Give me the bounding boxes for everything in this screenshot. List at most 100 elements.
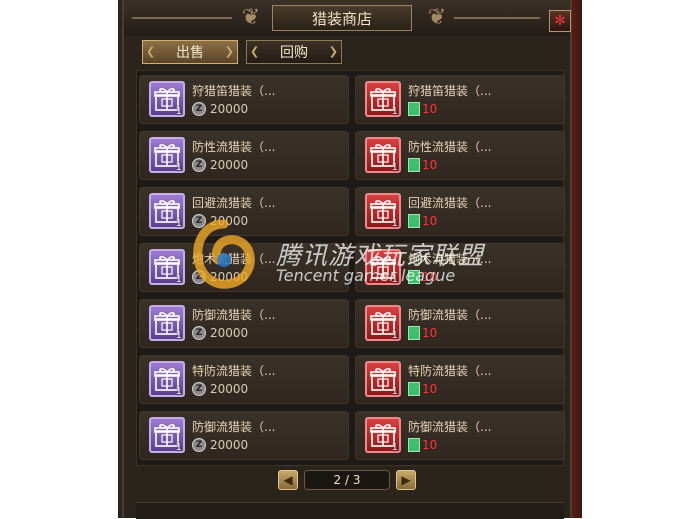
window-title: 猎装商店 bbox=[272, 5, 412, 31]
coin-icon: Z bbox=[192, 382, 206, 396]
item-name: 狩猎笛猎装（... bbox=[408, 84, 492, 98]
ticket-icon bbox=[408, 270, 420, 284]
item-price: Z 20000 bbox=[192, 326, 248, 340]
item-quantity: 1 bbox=[391, 442, 398, 453]
price-value: 20000 bbox=[210, 438, 249, 452]
price-value: 20000 bbox=[210, 382, 249, 396]
item-name: 特防流猎装（... bbox=[408, 364, 492, 378]
item-price: 10 bbox=[408, 158, 437, 172]
shop-item[interactable]: 1 防性流猎装（... 10 bbox=[355, 131, 565, 180]
title-decoration-right bbox=[454, 17, 540, 19]
close-button[interactable]: ✻ bbox=[549, 10, 571, 32]
price-value: 20000 bbox=[210, 270, 249, 284]
tab-arrow-left-icon: ❮ bbox=[250, 45, 260, 58]
prev-page-button[interactable]: ◀ bbox=[278, 470, 298, 490]
item-quantity: 1 bbox=[391, 274, 398, 285]
price-value: 10 bbox=[422, 102, 438, 116]
shop-item[interactable]: 1 回避流猎装（... Z 20000 bbox=[139, 187, 349, 236]
shop-item[interactable]: 1 防御流猎装（... 10 bbox=[355, 411, 565, 460]
shop-item[interactable]: 1 狩猎笛猎装（... 10 bbox=[355, 75, 565, 124]
gift-box-icon: 1 bbox=[365, 81, 401, 117]
tab-buyback-label: 回购 bbox=[280, 45, 308, 61]
gift-box-icon: 1 bbox=[365, 249, 401, 285]
tab-sell[interactable]: ❮ 出售 ❯ bbox=[142, 40, 238, 64]
price-value: 10 bbox=[422, 270, 438, 284]
item-name: 防御流猎装（... bbox=[408, 308, 492, 322]
item-name: 特防流猎装（... bbox=[192, 364, 276, 378]
coin-icon: Z bbox=[192, 214, 206, 228]
ticket-icon bbox=[408, 102, 420, 116]
item-price: 10 bbox=[408, 326, 437, 340]
item-price: Z 20000 bbox=[192, 102, 248, 116]
scroll-ornament-right-icon: ❦ bbox=[427, 5, 447, 30]
item-name: 回避流猎装（... bbox=[408, 196, 492, 210]
gift-box-icon: 1 bbox=[149, 193, 185, 229]
shop-item[interactable]: 1 防御流猎装（... Z 20000 bbox=[139, 411, 349, 460]
page-indicator-text: 2 / 3 bbox=[333, 473, 361, 487]
price-value: 10 bbox=[422, 382, 438, 396]
shop-item[interactable]: 1 防御流猎装（... 10 bbox=[355, 299, 565, 348]
shop-item[interactable]: 1 炮术流猎装（... Z 20000 bbox=[139, 243, 349, 292]
gift-box-icon: 1 bbox=[149, 81, 185, 117]
item-name: 回避流猎装（... bbox=[192, 196, 276, 210]
item-quantity: 1 bbox=[175, 442, 182, 453]
tab-buyback[interactable]: ❮ 回购 ❯ bbox=[246, 40, 342, 64]
coin-icon: Z bbox=[192, 326, 206, 340]
item-price: Z 20000 bbox=[192, 382, 248, 396]
gift-box-icon: 1 bbox=[149, 137, 185, 173]
item-quantity: 1 bbox=[175, 218, 182, 229]
shop-item[interactable]: 1 防性流猎装（... Z 20000 bbox=[139, 131, 349, 180]
gift-box-icon: 1 bbox=[149, 249, 185, 285]
item-price: 10 bbox=[408, 270, 437, 284]
ticket-icon bbox=[408, 214, 420, 228]
title-decoration-left bbox=[132, 17, 232, 19]
item-quantity: 1 bbox=[175, 162, 182, 173]
title-bar: ❦ 猎装商店 ❦ ✻ bbox=[124, 0, 571, 36]
shop-item[interactable]: 1 特防流猎装（... Z 20000 bbox=[139, 355, 349, 404]
price-value: 10 bbox=[422, 326, 438, 340]
item-price: 10 bbox=[408, 382, 437, 396]
item-name: 狩猎笛猎装（... bbox=[192, 84, 276, 98]
gift-box-icon: 1 bbox=[365, 417, 401, 453]
tab-arrow-right-icon: ❯ bbox=[328, 45, 338, 58]
item-name: 防性流猎装（... bbox=[408, 140, 492, 154]
ticket-icon bbox=[408, 326, 420, 340]
item-name: 防御流猎装（... bbox=[192, 308, 276, 322]
chevron-left-icon: ◀ bbox=[283, 473, 293, 487]
tab-arrow-right-icon: ❯ bbox=[224, 45, 234, 58]
shop-item[interactable]: 1 狩猎笛猎装（... Z 20000 bbox=[139, 75, 349, 124]
next-page-button[interactable]: ▶ bbox=[396, 470, 416, 490]
price-value: 10 bbox=[422, 214, 438, 228]
item-quantity: 1 bbox=[175, 106, 182, 117]
item-price: 10 bbox=[408, 438, 437, 452]
price-value: 20000 bbox=[210, 326, 249, 340]
gift-box-icon: 1 bbox=[149, 361, 185, 397]
item-price: 10 bbox=[408, 102, 437, 116]
gift-box-icon: 1 bbox=[149, 417, 185, 453]
price-value: 10 bbox=[422, 158, 438, 172]
item-name: 防御流猎装（... bbox=[408, 420, 492, 434]
price-value: 20000 bbox=[210, 214, 249, 228]
footer-bar bbox=[136, 502, 564, 519]
background-left bbox=[0, 0, 118, 518]
gift-box-icon: 1 bbox=[365, 137, 401, 173]
shop-item[interactable]: 1 防御流猎装（... Z 20000 bbox=[139, 299, 349, 348]
gift-box-icon: 1 bbox=[365, 361, 401, 397]
item-quantity: 1 bbox=[391, 162, 398, 173]
item-price: Z 20000 bbox=[192, 158, 248, 172]
scroll-ornament-left-icon: ❦ bbox=[241, 5, 261, 30]
ticket-icon bbox=[408, 438, 420, 452]
item-name: 防御流猎装（... bbox=[192, 420, 276, 434]
shop-item[interactable]: 1 特防流猎装（... 10 bbox=[355, 355, 565, 404]
background-right bbox=[582, 0, 700, 518]
coin-icon: Z bbox=[192, 438, 206, 452]
coin-icon: Z bbox=[192, 102, 206, 116]
price-value: 20000 bbox=[210, 158, 249, 172]
item-name: 炮术流猎装（... bbox=[192, 252, 276, 266]
close-icon: ✻ bbox=[554, 13, 566, 29]
item-list: 1 狩猎笛猎装（... Z 20000 1 狩猎笛猎装（... 10 1 防性流猎装（... Z 2… bbox=[136, 70, 565, 466]
shop-item[interactable]: 1 炮术流猎装（... 10 bbox=[355, 243, 565, 292]
tab-arrow-left-icon: ❮ bbox=[146, 45, 156, 58]
item-quantity: 1 bbox=[175, 386, 182, 397]
shop-item[interactable]: 1 回避流猎装（... 10 bbox=[355, 187, 565, 236]
